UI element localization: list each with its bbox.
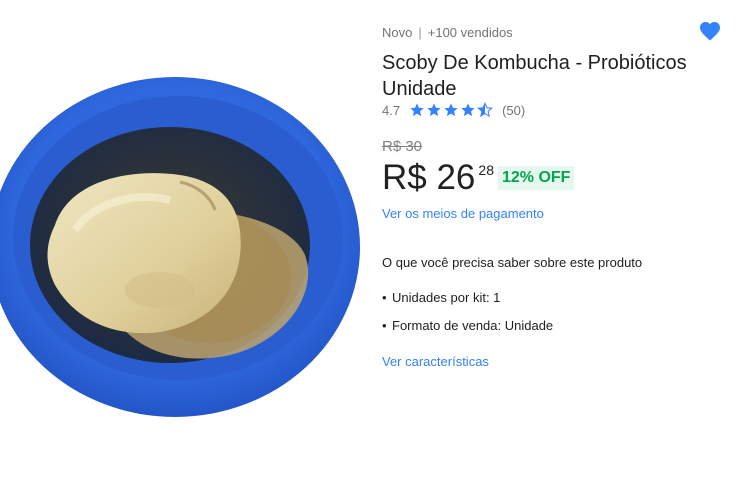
bullet: • [382, 318, 387, 333]
star-icon [427, 103, 441, 117]
product-image[interactable] [0, 70, 365, 430]
sold-count: +100 vendidos [427, 25, 513, 40]
star-icon [410, 103, 424, 117]
payment-methods-link[interactable]: Ver os meios de pagamento [382, 206, 544, 221]
kombucha-scoby-photo [0, 77, 360, 417]
rating-stars [409, 102, 494, 118]
list-item: • Unidades por kit: 1 [382, 290, 553, 318]
price-cents: 28 [478, 162, 494, 178]
star-half-icon [477, 102, 494, 118]
bullet: • [382, 290, 387, 305]
rating-count: (50) [502, 102, 526, 118]
price: R$ 26 28 12% OFF [382, 157, 575, 199]
rating-score: 4.7 [382, 102, 401, 118]
discount-badge: 12% OFF [497, 166, 575, 190]
condition-label: Novo [382, 25, 413, 40]
star-icon [444, 103, 458, 117]
favorite-button[interactable] [698, 19, 722, 43]
star-icon [461, 103, 475, 117]
list-item: • Formato de venda: Unidade [382, 318, 553, 346]
feature-text: Formato de venda: Unidade [392, 318, 554, 333]
product-title: Scoby De Kombucha - Probióticos Unidade [382, 52, 687, 100]
product-subtitle: Novo | +100 vendidos [382, 25, 513, 40]
original-price: R$ 30 [382, 138, 423, 155]
heart-icon [700, 22, 720, 41]
rating-summary[interactable]: 4.7 (50) [382, 102, 525, 118]
price-amount: R$ 26 [382, 158, 476, 197]
feature-text: Unidades por kit: 1 [392, 290, 501, 305]
divider: | [418, 25, 422, 40]
product-highlights-title: O que você precisa saber sobre este prod… [382, 255, 643, 270]
view-characteristics-link[interactable]: Ver características [382, 354, 489, 369]
feature-list: • Unidades por kit: 1 • Formato de venda: … [382, 290, 553, 346]
